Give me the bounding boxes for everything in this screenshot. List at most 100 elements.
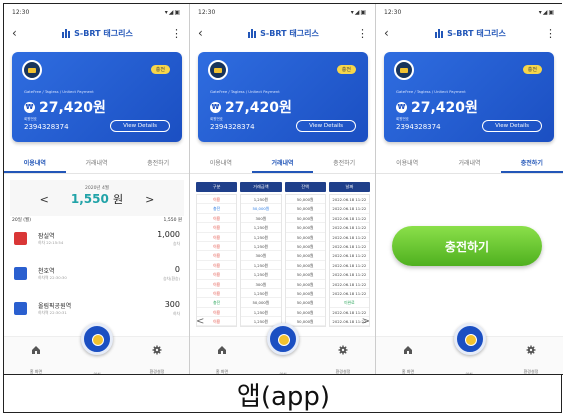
charge-badge[interactable]: 충전 bbox=[336, 65, 356, 74]
column-header: 날짜 bbox=[328, 182, 370, 192]
nav-settings[interactable]: 환경설정 bbox=[511, 345, 551, 374]
tag-icon[interactable] bbox=[453, 323, 486, 355]
station-name: 잠실역 bbox=[38, 233, 55, 240]
more-icon[interactable]: ⋮ bbox=[357, 27, 368, 40]
tag-icon[interactable] bbox=[266, 323, 299, 355]
app-title-text: S-BRT 태그리스 bbox=[74, 28, 133, 38]
next-page-button[interactable]: > bbox=[362, 316, 370, 327]
list-item[interactable]: 천호역 하차역 22:30:30 0 승차(환승) bbox=[12, 263, 182, 289]
tab-charge[interactable]: 충전하기 bbox=[127, 156, 189, 173]
table-body: 이용 충전 이용 이용 이용 이용 이용 이용 이용 이용 이용 충전 이용 이용 1,250원 50,000… bbox=[196, 194, 370, 328]
card-subtitle: GateFree / Tagless / Unitect Payment bbox=[396, 89, 466, 94]
tab-transactions[interactable]: 거래내역 bbox=[66, 156, 128, 173]
member-number: 2394328374 bbox=[210, 123, 255, 131]
nav-home[interactable]: 홈 화면 bbox=[388, 345, 428, 374]
back-icon[interactable]: ‹ bbox=[198, 26, 210, 40]
app-title-text: S-BRT 태그리스 bbox=[447, 28, 506, 38]
balance-amount: ₩27,420원 bbox=[396, 97, 478, 117]
station-name: 올림픽공원역 bbox=[38, 303, 72, 310]
trip-amount: 0 bbox=[174, 265, 180, 274]
table-cell: 충전 bbox=[197, 298, 237, 308]
nav-home[interactable]: 홈 화면 bbox=[202, 345, 242, 374]
home-icon bbox=[32, 346, 40, 354]
table-cell: 300원 bbox=[241, 214, 281, 224]
table-cell: 이용 bbox=[197, 280, 237, 289]
charge-button[interactable]: 충전하기 bbox=[392, 226, 542, 266]
table-header: 구분 거래금액 잔액 날짜 bbox=[196, 182, 370, 192]
prev-month-button[interactable]: < bbox=[40, 193, 49, 206]
next-month-button[interactable]: > bbox=[145, 193, 154, 206]
table-cell: 50,000원 bbox=[285, 223, 325, 233]
table-cell: 1,250원 bbox=[241, 242, 281, 252]
tab-usage[interactable]: 이용내역 bbox=[190, 156, 252, 173]
tab-transactions[interactable]: 거래내역 bbox=[251, 156, 314, 173]
screens-row: 12:30 ▾◢▣ ‹ S-BRT 태그리스 ⋮ 충전 GateFree / Tagless… bbox=[4, 4, 563, 374]
nav-home[interactable]: 홈 화면 bbox=[16, 345, 56, 374]
nav-location[interactable]: 위치 bbox=[263, 361, 303, 374]
table-cell: 50,000원 bbox=[285, 233, 325, 242]
train-icon bbox=[14, 232, 27, 245]
member-number: 2394328374 bbox=[396, 123, 441, 131]
back-icon[interactable]: ‹ bbox=[12, 26, 24, 40]
table-cell: 2022.06.18 11:22 bbox=[329, 280, 369, 289]
tab-bar: 이용내역 거래내역 충전하기 bbox=[190, 156, 375, 174]
table-cell: 50,000원 bbox=[285, 214, 325, 224]
card-subtitle: GateFree / Tagless / Unitect Payment bbox=[24, 89, 94, 94]
tab-usage[interactable]: 이용내역 bbox=[376, 156, 438, 173]
logo-icon bbox=[435, 28, 444, 38]
list-item[interactable]: 올림픽공원역 하차역 22:30:31 300 하차 bbox=[12, 298, 182, 324]
view-details-button[interactable]: View Details bbox=[482, 120, 542, 132]
table-cell: 2022.06.18 11:22 bbox=[329, 233, 369, 242]
charge-badge[interactable]: 충전 bbox=[150, 65, 170, 74]
tab-charge[interactable]: 충전하기 bbox=[500, 156, 563, 173]
home-icon bbox=[404, 346, 412, 354]
more-icon[interactable]: ⋮ bbox=[545, 27, 556, 40]
balance-value: 27,420원 bbox=[411, 100, 478, 116]
phone-screen-1: 12:30 ▾◢▣ ‹ S-BRT 태그리스 ⋮ 충전 GateFree / Tagless… bbox=[4, 4, 190, 374]
trip-time: 하차역 22:30:30 bbox=[38, 275, 67, 280]
gear-icon bbox=[526, 345, 536, 355]
trip-time: 하차역 22:30:31 bbox=[38, 310, 67, 315]
won-icon: ₩ bbox=[396, 101, 407, 113]
view-details-button[interactable]: View Details bbox=[296, 120, 356, 132]
nav-settings[interactable]: 환경설정 bbox=[137, 345, 177, 374]
nav-location[interactable]: 위치 bbox=[77, 361, 117, 374]
table-cell: 2022.06.18 11:22 bbox=[329, 223, 369, 233]
tab-usage[interactable]: 이용내역 bbox=[4, 156, 66, 173]
table-cell: 이용 bbox=[197, 223, 237, 233]
trip-time: 하차 22:15:54 bbox=[38, 240, 64, 245]
table-cell: 1,250원 bbox=[241, 223, 281, 233]
tab-charge[interactable]: 충전하기 bbox=[313, 156, 375, 173]
view-details-button[interactable]: View Details bbox=[110, 120, 170, 132]
day-label: 20일 (월) bbox=[12, 218, 31, 223]
bus-card-icon bbox=[208, 60, 228, 80]
more-icon[interactable]: ⋮ bbox=[171, 27, 182, 40]
table-cell: 300원 bbox=[241, 280, 281, 289]
day-header: 20일 (월) 1,550 원 bbox=[12, 217, 182, 223]
table-cell: 50,000원 bbox=[285, 289, 325, 299]
tag-icon[interactable] bbox=[80, 323, 113, 355]
bus-card-icon bbox=[394, 60, 414, 80]
app-bar: ‹ S-BRT 태그리스 ⋮ bbox=[4, 20, 189, 46]
table-column: 1,250원 50,000원 300원 1,250원 1,250원 1,250원 300원 1… bbox=[240, 194, 282, 328]
table-cell: 50,000원 bbox=[241, 298, 281, 308]
tab-transactions[interactable]: 거래내역 bbox=[438, 156, 500, 173]
nav-settings[interactable]: 환경설정 bbox=[323, 345, 363, 374]
figure-frame: 12:30 ▾◢▣ ‹ S-BRT 태그리스 ⋮ 충전 GateFree / Tagless… bbox=[3, 3, 563, 413]
charge-badge[interactable]: 충전 bbox=[522, 65, 542, 74]
member-number-label: 회원번호 bbox=[396, 117, 409, 121]
trip-type: 승차(환승) bbox=[163, 276, 180, 281]
table-cell: 이용 bbox=[197, 242, 237, 252]
prev-page-button[interactable]: < bbox=[196, 316, 204, 327]
gear-icon bbox=[152, 345, 162, 355]
month-total: 1,550 원 bbox=[71, 191, 123, 207]
back-icon[interactable]: ‹ bbox=[384, 26, 396, 40]
month-total-unit: 원 bbox=[113, 193, 124, 206]
list-item[interactable]: 잠실역 하차 22:15:54 1,000 승차 bbox=[12, 228, 182, 254]
table-column: 50,000원 50,000원 50,000원 50,000원 50,000원 50,00… bbox=[284, 194, 326, 328]
nav-location[interactable]: 위치 bbox=[449, 361, 489, 374]
table-cell: 미완료 bbox=[329, 298, 369, 308]
table-cell: 1,250원 bbox=[241, 270, 281, 280]
station-name: 천호역 bbox=[38, 268, 55, 275]
table-cell: 1,250원 bbox=[241, 195, 281, 205]
